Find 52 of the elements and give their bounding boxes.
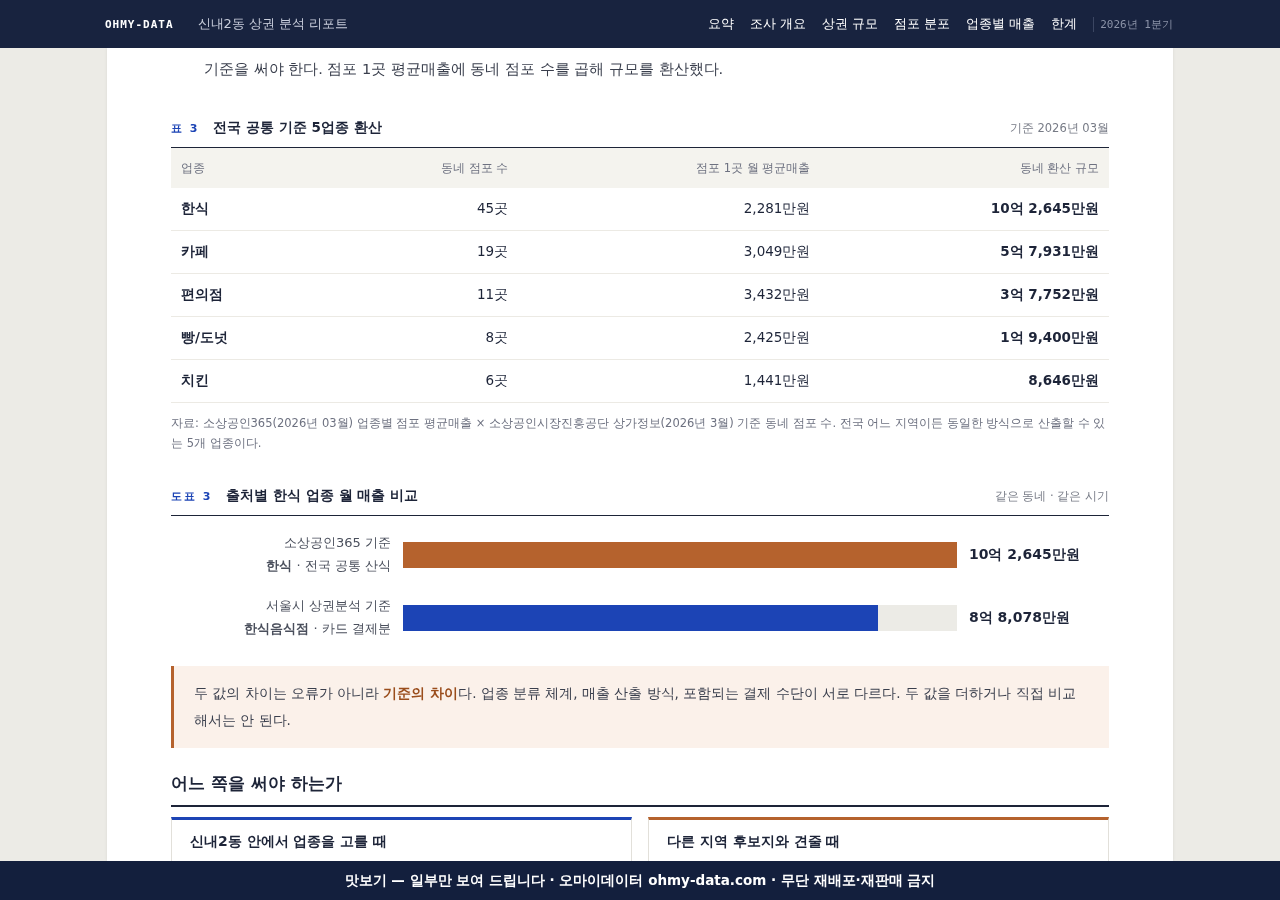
table-cell: 치킨 [171,359,322,403]
period-label: 2026년 1분기 [1093,16,1173,32]
table-cell: 45곳 [321,188,519,231]
callout-note: 두 값의 차이는 오류가 아니라 기준의 차이다. 업종 분류 체계, 매출 산출 방식, 포함되는 결제 수단이 서로 다르다. 두 값을 더하거나 직접 비교해서는 안 된다. [171,666,1109,749]
value-label: 8억 8,078만원 [969,608,1070,627]
nav-link[interactable]: 조사 개요 [749,15,806,33]
card-title: 신내2동 안에서 업종을 고를 때 [190,833,388,850]
table-cell: 3,432만원 [518,273,821,317]
column-header: 업종 [171,148,322,188]
bar-label: 소상공인365 기준 [283,534,391,553]
table-tag: 표 3 [171,121,200,136]
intro-paragraph: 기준을 써야 한다. 점포 1곳 평균매출에 동네 점포 수를 곱해 규모를 환산했다. [204,60,725,79]
table-cell: 8곳 [321,316,519,360]
table-cell: 1,441만원 [518,359,821,403]
value-label: 10억 2,645만원 [969,545,1080,564]
table-cell: 3억 7,752만원 [820,273,1109,317]
table-cell: 11곳 [321,273,519,317]
table-cell: 6곳 [321,359,519,403]
table-cell: 카페 [171,230,322,274]
figure-title: 출처별 한식 업종 월 매출 비교 [226,487,418,506]
nav-link[interactable]: 요약 [707,15,734,33]
table-cell: 편의점 [171,273,322,317]
table-cell: 빵/도넛 [171,316,322,360]
table-note: 기준 2026년 03월 [1009,121,1109,136]
card-title: 다른 지역 후보지와 견줄 때 [667,833,841,850]
table-cell: 2,425만원 [518,316,821,360]
table-cell: 1억 9,400만원 [820,316,1109,360]
brand-logo[interactable]: OHMY-DATA [105,17,174,31]
figure-tag: 도표 3 [171,489,213,505]
column-header: 동네 환산 규모 [820,148,1109,188]
bar-label: 서울시 상권분석 기준 [264,597,391,616]
bar-sublabel: 한식음식점 · 카드 결제분 [243,620,391,639]
table-cell: 8,646만원 [820,359,1109,403]
nav-link[interactable]: 업종별 매출 [966,15,1036,33]
bar-sublabel: 한식 · 전국 공통 산식 [265,557,391,576]
source-note: 자료: 소상공인365(2026년 03월) 업종별 점포 평균매출 × 소상공인시장진흥공단 상가정보(2026년 3월) 기준 동네 점포 수. 전국 어느 지역이든 동일한 방식으로 산출할 수 있는 5개 업종이다. [171,415,1107,453]
table-title: 전국 공통 기준 5업종 환산 [213,119,382,137]
nav-link[interactable]: 한계 [1051,15,1078,33]
column-header: 동네 점포 수 [321,148,519,188]
table-cell: 5억 7,931만원 [820,230,1109,274]
report-title: 신내2동 상권 분석 리포트 [197,15,349,33]
column-header: 점포 1곳 월 평균매출 [518,148,821,188]
table-cell: 19곳 [321,230,519,274]
preview-banner: 맛보기 — 일부만 보여 드립니다 · 오마이데이터 ohmy-data.com · 무단 재배포·재판매 금지 [0,861,1280,900]
table-cell: 한식 [171,188,322,231]
nav-link[interactable]: 점포 분포 [893,15,951,33]
section-heading: 어느 쪽을 써야 하는가 [171,772,1109,808]
table-cell: 3,049만원 [518,230,821,274]
figure-note: 같은 동네 · 같은 시기 [994,489,1109,505]
table-cell: 2,281만원 [518,188,821,231]
nav-link[interactable]: 상권 규모 [821,15,878,33]
table-cell: 10억 2,645만원 [820,188,1109,231]
